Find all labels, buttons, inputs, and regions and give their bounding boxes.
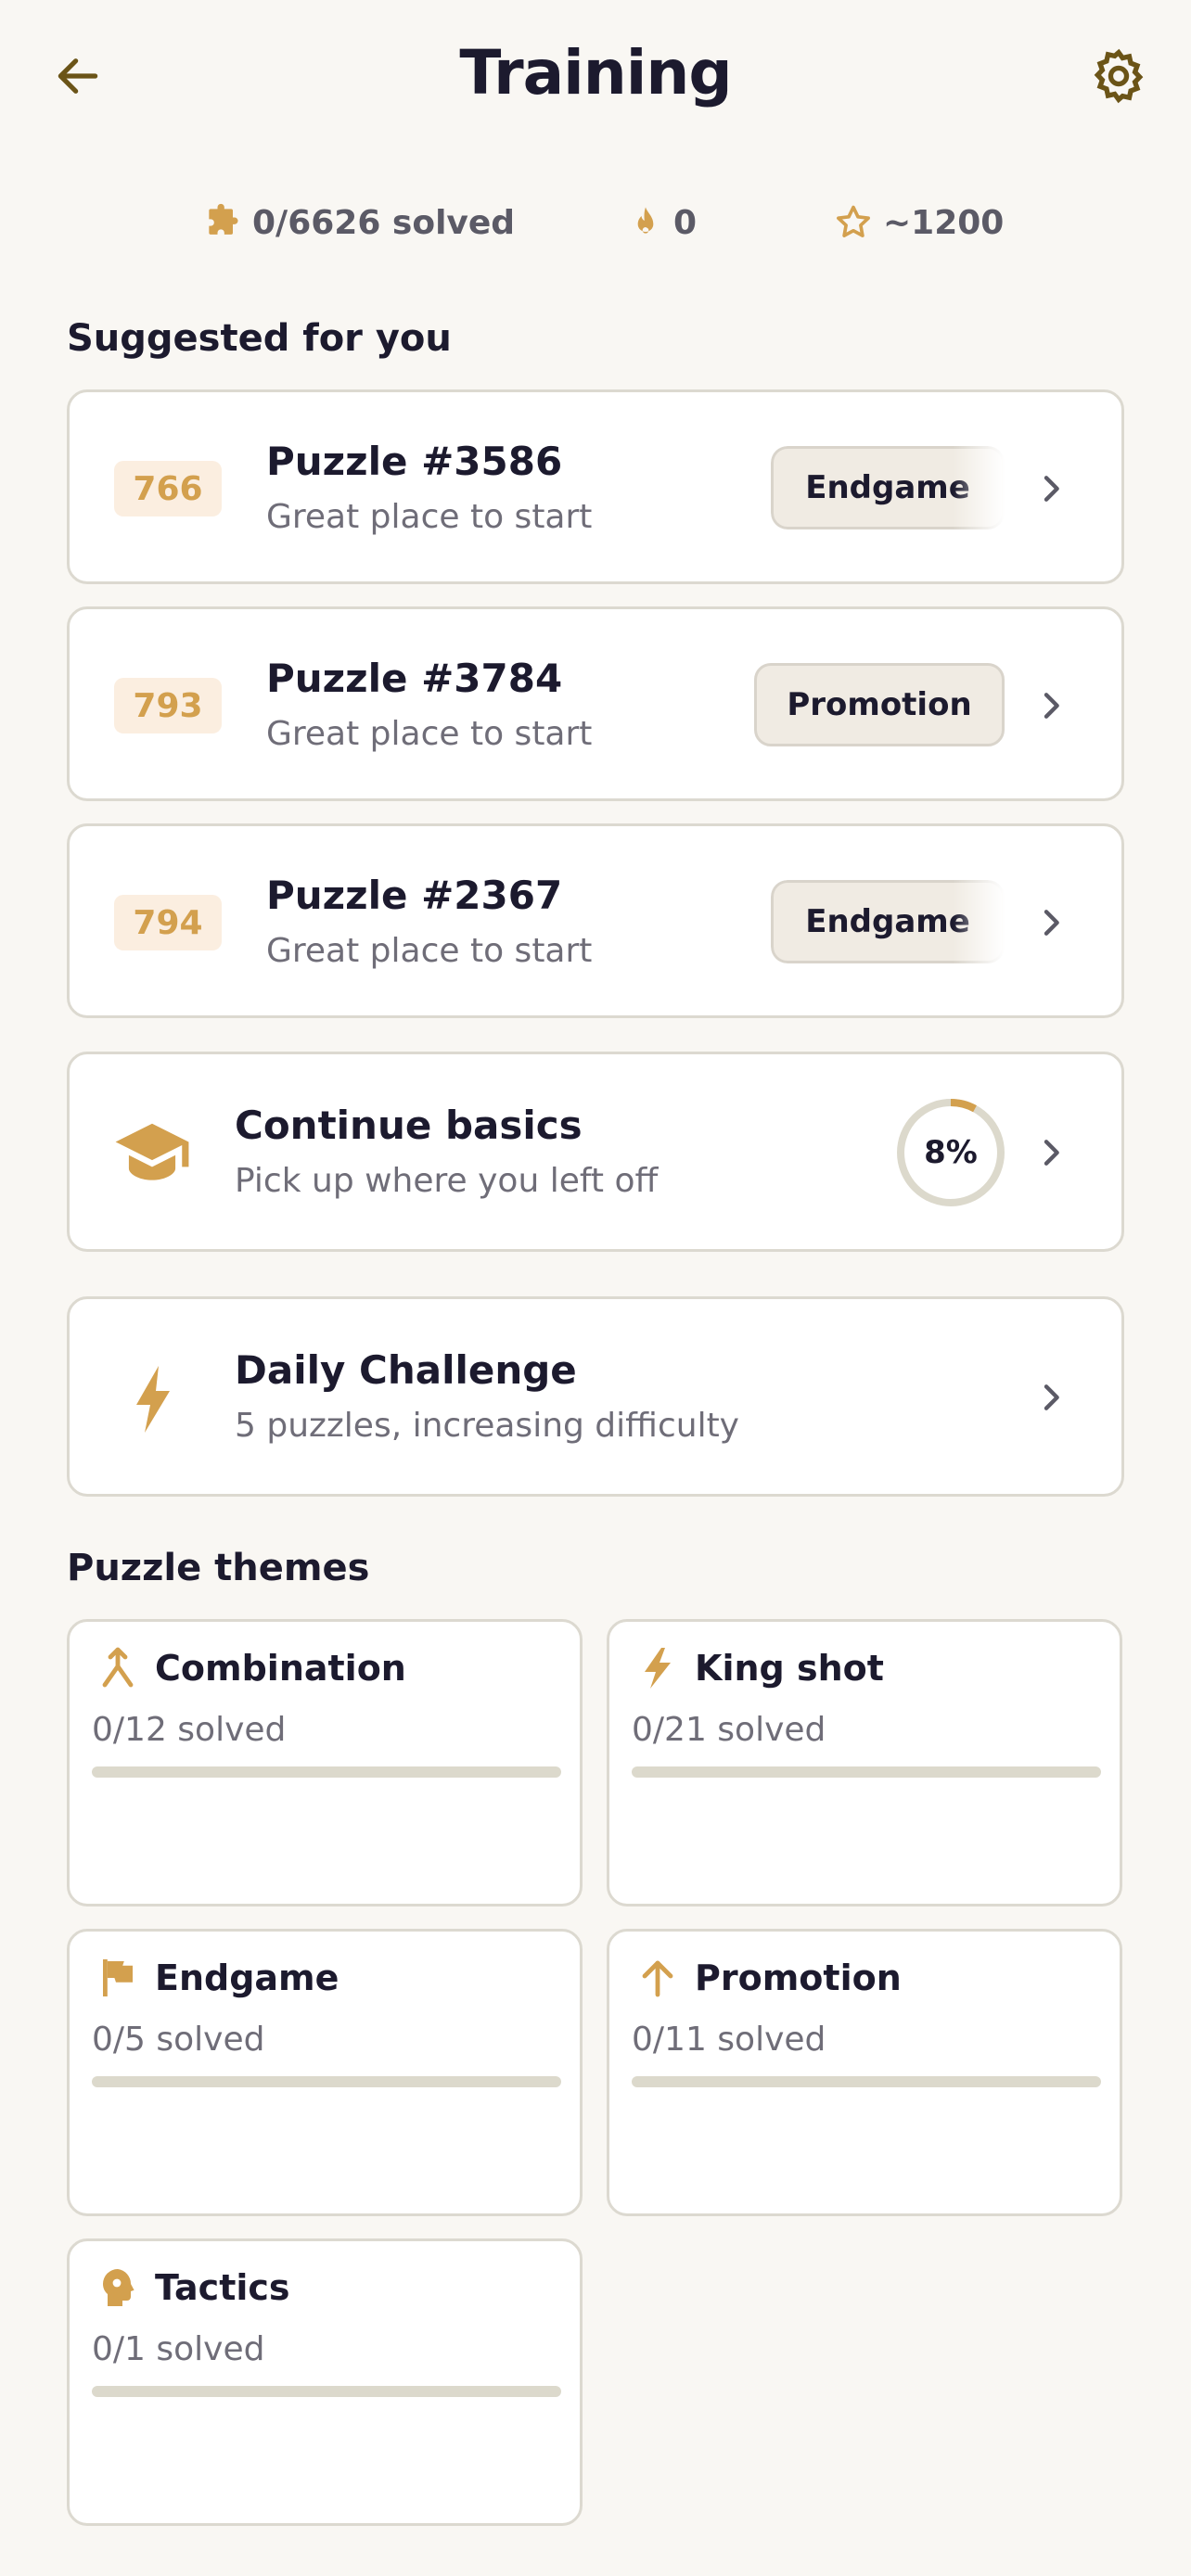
theme-solved-count: 0/1 solved xyxy=(92,2330,265,2368)
suggested-puzzle-card[interactable]: 794 Puzzle #2367 Great place to start En… xyxy=(67,823,1124,1018)
puzzle-subtitle: Great place to start xyxy=(266,932,593,970)
solved-stat: 0/6626 solved xyxy=(202,195,515,250)
settings-button[interactable] xyxy=(1087,45,1150,108)
rating-value: ~1200 xyxy=(883,203,1005,242)
puzzle-subtitle: Great place to start xyxy=(266,498,593,536)
solved-count: 0/6626 solved xyxy=(252,203,516,242)
theme-title: Promotion xyxy=(695,1958,902,1998)
theme-solved-count: 0/11 solved xyxy=(632,2021,826,2059)
theme-solved-count: 0/12 solved xyxy=(92,1711,287,1749)
puzzle-theme-tag: Endgame xyxy=(771,880,1005,963)
puzzle-title: Puzzle #3586 xyxy=(266,439,563,484)
theme-progress-bar xyxy=(92,2076,561,2087)
star-icon xyxy=(837,205,870,237)
theme-card-endgame[interactable]: Endgame 0/5 solved xyxy=(67,1929,583,2216)
stats-row: 0/6626 solved 0 ~1200 xyxy=(0,195,1191,250)
merge-arrow-icon xyxy=(102,1647,134,1688)
theme-title: Endgame xyxy=(155,1958,339,1998)
theme-solved-count: 0/5 solved xyxy=(92,2021,265,2059)
basics-title: Continue basics xyxy=(235,1103,583,1148)
flag-icon xyxy=(103,1959,133,1996)
theme-title: King shot xyxy=(695,1648,884,1689)
page-title: Training xyxy=(459,37,732,108)
chevron-right-icon xyxy=(1044,693,1059,719)
graduation-cap-icon xyxy=(115,1123,189,1180)
continue-basics-card[interactable]: Continue basics Pick up where you left o… xyxy=(67,1052,1124,1252)
chevron-right-icon xyxy=(1044,1384,1059,1410)
theme-progress-bar xyxy=(632,1766,1101,1778)
puzzle-icon xyxy=(209,203,238,235)
chevron-right-icon xyxy=(1044,910,1059,936)
lightning-icon xyxy=(645,1648,671,1689)
puzzle-title: Puzzle #2367 xyxy=(266,873,563,918)
theme-card-tactics[interactable]: Tactics 0/1 solved xyxy=(67,2238,583,2526)
suggested-puzzle-card[interactable]: 766 Puzzle #3586 Great place to start En… xyxy=(67,389,1124,584)
app-header: Training xyxy=(0,0,1191,158)
basics-subtitle: Pick up where you left off xyxy=(235,1162,659,1200)
theme-progress-bar xyxy=(92,2386,561,2397)
gear-icon xyxy=(1094,48,1144,104)
theme-card-promotion[interactable]: Promotion 0/11 solved xyxy=(607,1929,1122,2216)
themes-section-title: Puzzle themes xyxy=(67,1547,370,1589)
puzzle-theme-tag: Endgame xyxy=(771,446,1005,529)
puzzle-rating-badge: 793 xyxy=(114,678,222,733)
streak-stat: 0 xyxy=(627,195,697,250)
daily-challenge-card[interactable]: Daily Challenge 5 puzzles, increasing di… xyxy=(67,1296,1124,1497)
theme-progress-bar xyxy=(632,2076,1101,2087)
chevron-right-icon xyxy=(1044,476,1059,502)
suggested-section-title: Suggested for you xyxy=(67,317,452,360)
theme-card-king-shot[interactable]: King shot 0/21 solved xyxy=(607,1619,1122,1906)
theme-card-combination[interactable]: Combination 0/12 solved xyxy=(67,1619,583,1906)
head-gear-icon xyxy=(103,2269,134,2306)
theme-title: Combination xyxy=(155,1648,406,1689)
arrow-up-icon xyxy=(642,1960,673,1997)
basics-progress-label: 8% xyxy=(924,1134,978,1171)
puzzle-title: Puzzle #3784 xyxy=(266,656,563,701)
theme-solved-count: 0/21 solved xyxy=(632,1711,826,1749)
suggested-puzzle-card[interactable]: 793 Puzzle #3784 Great place to start Pr… xyxy=(67,606,1124,801)
puzzle-rating-badge: 794 xyxy=(114,895,222,950)
theme-progress-bar xyxy=(92,1766,561,1778)
daily-subtitle: 5 puzzles, increasing difficulty xyxy=(235,1407,739,1445)
puzzle-subtitle: Great place to start xyxy=(266,715,593,753)
lightning-icon xyxy=(136,1366,170,1433)
daily-title: Daily Challenge xyxy=(235,1347,577,1393)
rating-stat: ~1200 xyxy=(833,195,1004,250)
streak-count: 0 xyxy=(673,203,698,242)
puzzle-rating-badge: 766 xyxy=(114,461,222,516)
chevron-right-icon xyxy=(1044,1140,1059,1166)
theme-title: Tactics xyxy=(155,2267,290,2308)
puzzle-theme-tag: Promotion xyxy=(754,663,1005,746)
flame-icon xyxy=(637,207,654,234)
